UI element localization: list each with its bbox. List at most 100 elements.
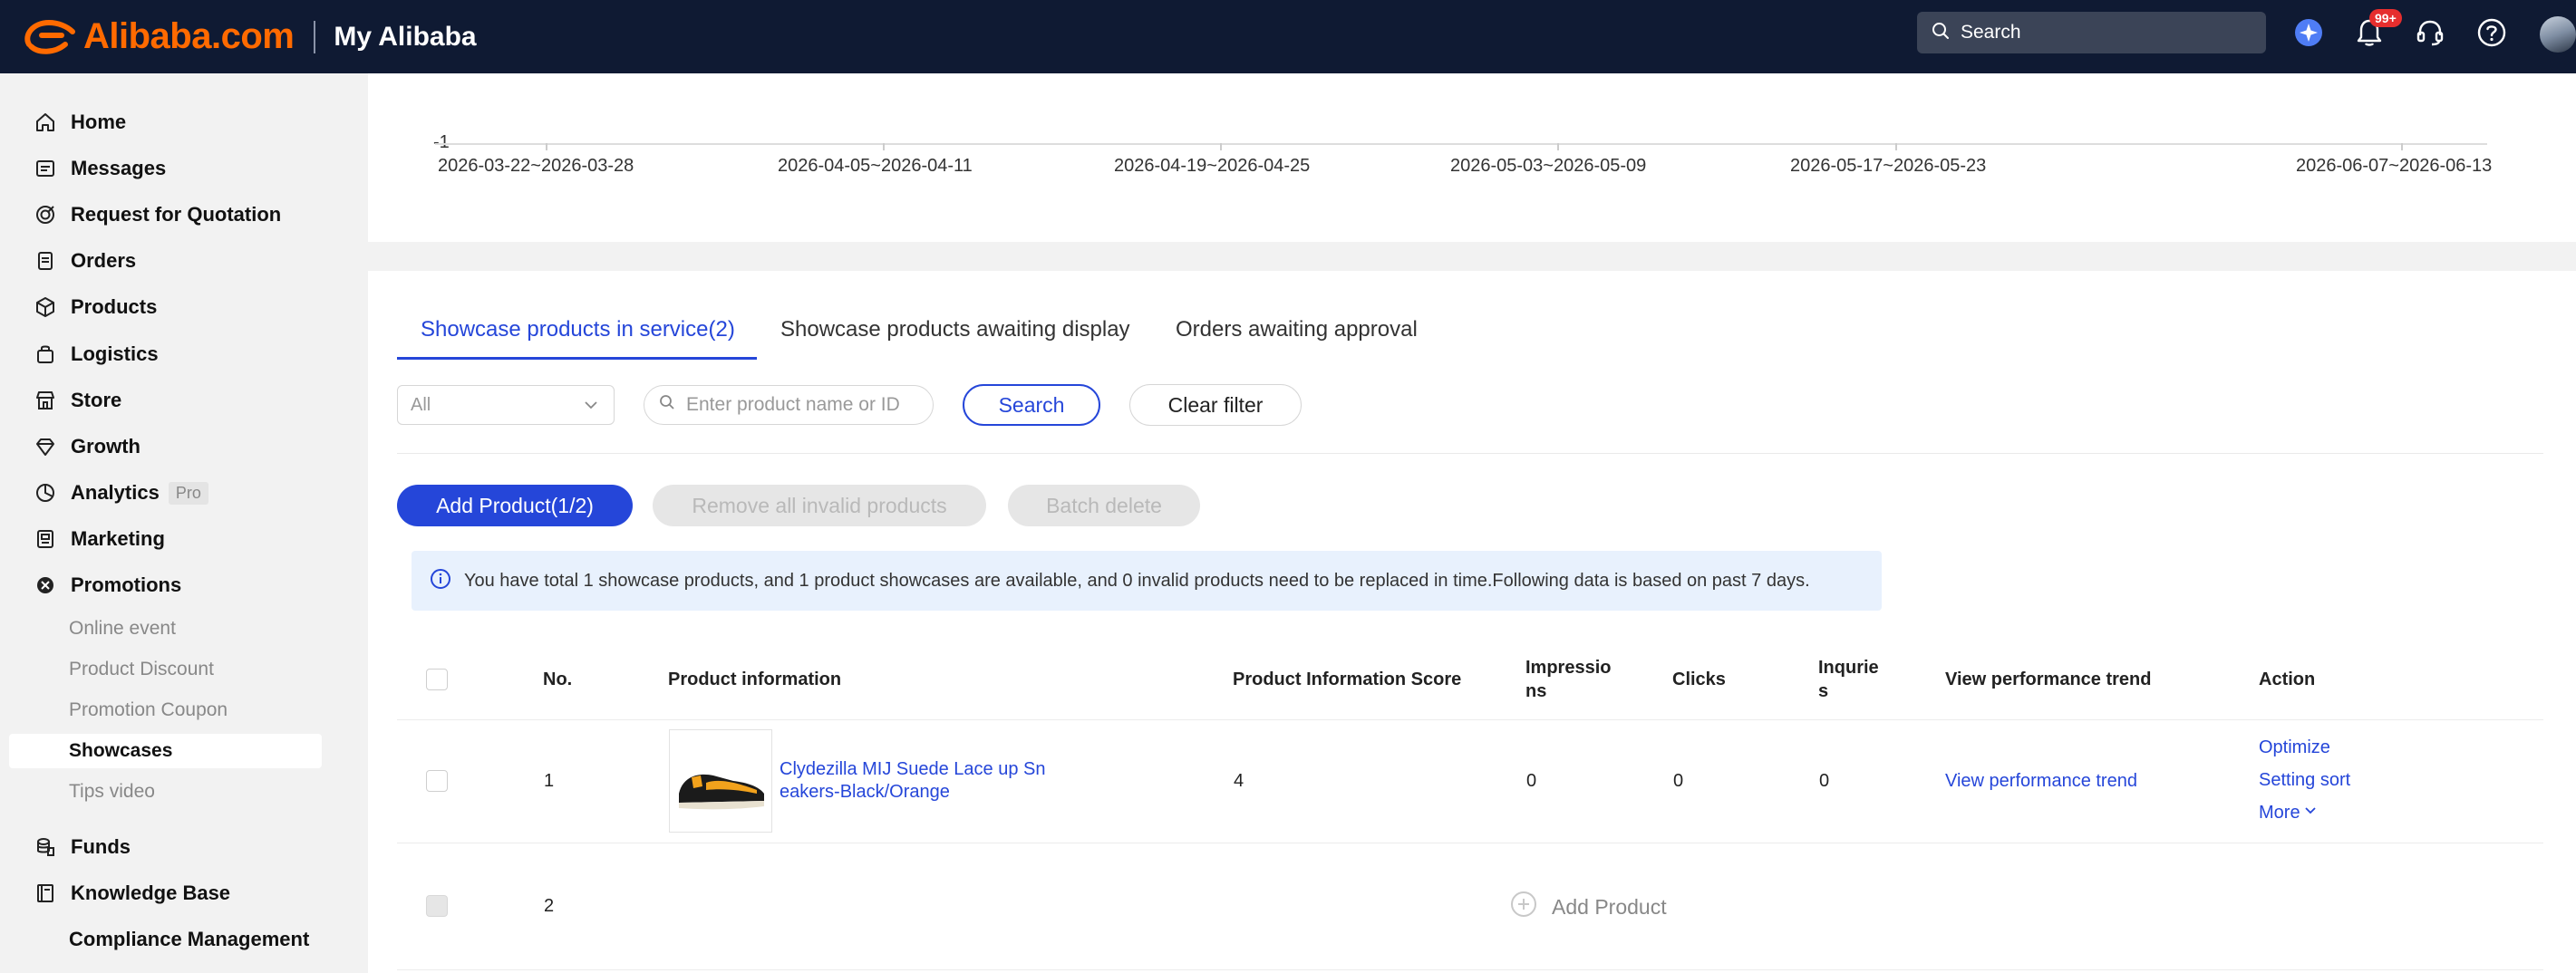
chevron-down-icon: [583, 397, 599, 419]
sidebar-item-growth[interactable]: Growth: [33, 429, 140, 465]
view-performance-trend-link[interactable]: View performance trend: [1945, 771, 2137, 792]
optimize-link[interactable]: Optimize: [2259, 737, 2330, 758]
info-icon: [430, 568, 451, 594]
sidebar-item-home[interactable]: Home: [33, 104, 126, 140]
row-checkbox[interactable]: [426, 770, 448, 792]
product-search-placeholder: Enter product name or ID: [686, 394, 900, 415]
sidebar-subitem-product-discount[interactable]: Product Discount: [69, 653, 214, 686]
product-score: 4: [1234, 771, 1244, 791]
table-header-divider: [397, 719, 2543, 720]
add-product-slot[interactable]: Add Product: [1510, 891, 1667, 923]
help-icon[interactable]: [2475, 16, 2508, 49]
column-header-clicks: Clicks: [1672, 670, 1726, 689]
product-name-link[interactable]: Clydezilla MIJ Suede Lace up Sn eakers-B…: [780, 758, 1060, 804]
active-tab-indicator: [397, 357, 757, 360]
chart-x-tick-label: 2026-04-05~2026-04-11: [778, 156, 973, 176]
messages-icon: [33, 156, 58, 181]
row-number: 1: [544, 771, 555, 791]
sidebar-subitem-online-event[interactable]: Online event: [69, 612, 176, 645]
sidebar-item-store[interactable]: Store: [33, 382, 121, 419]
avatar[interactable]: [2540, 16, 2576, 53]
chart-x-axis: [435, 143, 2487, 145]
add-product-button[interactable]: Add Product(1/2): [397, 485, 633, 526]
chevron-down-icon: [2303, 803, 2318, 824]
column-header-inquiries: Inqurie s: [1818, 658, 1879, 701]
batch-delete-button[interactable]: Batch delete: [1008, 485, 1200, 526]
tab-showcase-awaiting-display[interactable]: Showcase products awaiting display: [780, 317, 1130, 342]
chart-x-tick: [1557, 143, 1559, 150]
setting-sort-link[interactable]: Setting sort: [2259, 770, 2350, 791]
inquiries-value: 0: [1819, 771, 1830, 791]
search-button[interactable]: Search: [963, 384, 1100, 426]
add-circle-icon: [1510, 891, 1537, 923]
knowledge-base-icon: [33, 881, 58, 906]
status-select[interactable]: All: [397, 385, 615, 425]
column-header-trend: View performance trend: [1945, 670, 2152, 689]
column-header-no: No.: [543, 670, 573, 689]
sidebar-item-products[interactable]: Products: [33, 289, 157, 325]
chart-x-tick: [1895, 143, 1897, 150]
sidebar-item-knowledge-base[interactable]: Knowledge Base: [33, 875, 230, 911]
pro-tag: Pro: [168, 481, 208, 505]
chart-x-tick: [883, 143, 885, 150]
promotions-icon: [33, 573, 58, 598]
info-message: You have total 1 showcase products, and …: [464, 570, 1810, 591]
row-number: 2: [544, 896, 555, 916]
sidebar-item-messages[interactable]: Messages: [33, 150, 166, 187]
add-product-label: Add Product: [1552, 894, 1667, 919]
chart-x-tick-label: 2026-04-19~2026-04-25: [1114, 156, 1311, 176]
notification-badge: 99+: [2369, 9, 2402, 27]
clear-filter-button[interactable]: Clear filter: [1129, 384, 1302, 426]
chart-x-tick-label: 2026-03-22~2026-03-28: [438, 156, 634, 176]
products-icon: [33, 294, 58, 320]
alibaba-logo[interactable]: Alibaba.com My Alibaba: [22, 0, 477, 73]
top-search-box[interactable]: Search: [1917, 12, 2266, 53]
row-checkbox[interactable]: [426, 895, 448, 917]
analytics-icon: [33, 480, 58, 506]
sidebar-subitem-showcases[interactable]: Showcases: [69, 735, 172, 767]
home-icon: [33, 110, 58, 135]
chart-x-tick-label: 2026-06-07~2026-06-13: [2296, 156, 2493, 176]
tab-showcase-in-service[interactable]: Showcase products in service(2): [421, 317, 735, 342]
sidebar-item-compliance[interactable]: Compliance Management: [69, 921, 309, 958]
sidebar-item-marketing[interactable]: Marketing: [33, 521, 165, 557]
headset-icon[interactable]: [2414, 16, 2446, 49]
column-header-score: Product Information Score: [1233, 670, 1462, 689]
chart-x-tick: [1220, 143, 1222, 150]
product-thumbnail[interactable]: [669, 729, 772, 833]
sidebar-subitem-tips-video[interactable]: Tips video: [69, 776, 155, 808]
sneaker-image: [679, 774, 764, 810]
remove-invalid-products-button[interactable]: Remove all invalid products: [653, 485, 986, 526]
chart-x-tick-label: 2026-05-03~2026-05-09: [1450, 156, 1647, 176]
ai-assistant-icon[interactable]: [2292, 16, 2325, 49]
funds-icon: [33, 834, 58, 860]
sidebar-item-analytics[interactable]: Analytics Pro: [33, 475, 208, 511]
info-banner: You have total 1 showcase products, and …: [412, 551, 1882, 611]
more-dropdown[interactable]: More: [2259, 803, 2318, 824]
select-all-checkbox[interactable]: [426, 669, 448, 690]
chart-x-tick: [546, 143, 547, 150]
logistics-icon: [33, 342, 58, 367]
sidebar-item-orders[interactable]: Orders: [33, 243, 136, 279]
top-search-label: Search: [1961, 22, 2021, 43]
column-header-impressions: Impressio ns: [1525, 658, 1612, 701]
column-header-action: Action: [2259, 670, 2316, 689]
sidebar-subitem-promotion-coupon[interactable]: Promotion Coupon: [69, 694, 228, 727]
marketing-icon: [33, 526, 58, 552]
sidebar-item-logistics[interactable]: Logistics: [33, 336, 159, 372]
logo-text: Alibaba.com: [83, 16, 295, 56]
chart-x-tick: [2401, 143, 2403, 150]
status-select-value: All: [411, 394, 431, 415]
sidebar-item-promotions[interactable]: Promotions: [33, 567, 181, 603]
tab-orders-awaiting-approval[interactable]: Orders awaiting approval: [1176, 317, 1418, 342]
growth-icon: [33, 434, 58, 459]
sidebar-item-funds[interactable]: Funds: [33, 829, 131, 865]
table-row-divider: [397, 969, 2543, 970]
search-icon: [1932, 22, 1950, 44]
product-search-input[interactable]: Enter product name or ID: [644, 385, 934, 425]
sidebar-item-rfq[interactable]: Request for Quotation: [33, 197, 281, 233]
section-title[interactable]: My Alibaba: [334, 22, 476, 53]
rfq-icon: [33, 202, 58, 227]
impressions-value: 0: [1526, 771, 1537, 791]
showcase-card: [368, 271, 2576, 973]
